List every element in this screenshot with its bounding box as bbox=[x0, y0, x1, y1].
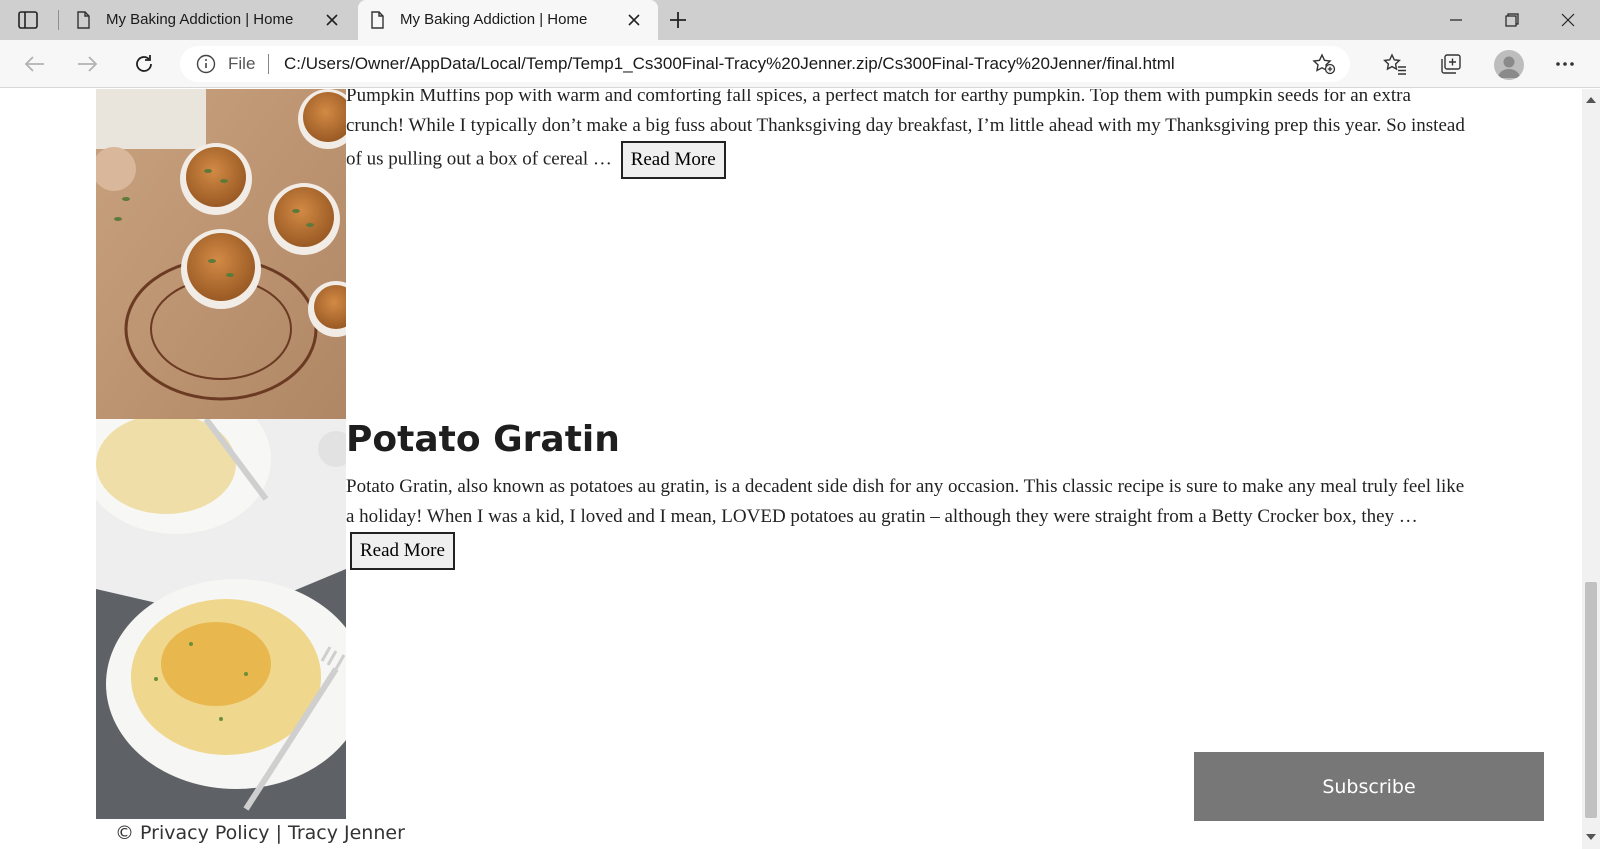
more-icon[interactable] bbox=[1552, 52, 1578, 76]
read-more-button[interactable]: Read More bbox=[350, 532, 455, 570]
scheme-label: File bbox=[228, 54, 256, 73]
close-window-icon[interactable] bbox=[1540, 0, 1596, 40]
back-arrow-icon[interactable] bbox=[18, 50, 50, 78]
restore-icon[interactable] bbox=[1484, 0, 1540, 40]
potato-gratin-image bbox=[81, 384, 366, 819]
divider bbox=[268, 54, 269, 74]
tab-actions-icon[interactable] bbox=[14, 8, 42, 32]
refresh-icon[interactable] bbox=[128, 50, 160, 78]
tab-title: My Baking Addiction | Home bbox=[106, 11, 294, 28]
add-favorite-icon[interactable] bbox=[1312, 53, 1336, 75]
tab-title: My Baking Addiction | Home bbox=[400, 11, 588, 28]
subscribe-button[interactable]: Subscribe bbox=[1194, 752, 1544, 821]
tab-separator bbox=[58, 10, 59, 30]
pumpkin-muffins-image bbox=[92, 89, 364, 419]
page-icon bbox=[74, 11, 92, 29]
url-text[interactable]: C:/Users/Owner/AppData/Local/Temp/Temp1_… bbox=[284, 54, 1175, 74]
scrollbar-thumb[interactable] bbox=[1585, 582, 1597, 818]
favorites-icon[interactable] bbox=[1382, 52, 1408, 76]
profile-avatar-icon[interactable] bbox=[1494, 50, 1524, 80]
minimize-icon[interactable] bbox=[1428, 0, 1484, 40]
info-icon[interactable] bbox=[196, 54, 216, 74]
address-bar[interactable]: File C:/Users/Owner/AppData/Local/Temp/T… bbox=[180, 46, 1350, 82]
collections-icon[interactable] bbox=[1438, 52, 1464, 76]
tab-1[interactable]: My Baking Addiction | Home bbox=[64, 0, 356, 40]
post-excerpt: Potato Gratin, also known as potatoes au… bbox=[346, 472, 1466, 570]
forward-arrow-icon[interactable] bbox=[72, 50, 104, 78]
post-excerpt: Pumpkin Muffins pop with warm and comfor… bbox=[346, 89, 1466, 179]
plus-icon[interactable] bbox=[666, 8, 690, 32]
page-viewport: Pumpkin Muffins pop with warm and comfor… bbox=[0, 89, 1582, 849]
tab-2-active[interactable]: My Baking Addiction | Home bbox=[358, 0, 658, 40]
post-excerpt-text: Potato Gratin, also known as potatoes au… bbox=[346, 476, 1465, 527]
post-title[interactable]: Potato Gratin bbox=[346, 419, 620, 460]
tab-strip: My Baking Addiction | Home My Baking Add… bbox=[0, 0, 1600, 40]
scroll-up-arrow-icon[interactable] bbox=[1582, 92, 1600, 108]
close-icon[interactable] bbox=[624, 10, 644, 30]
read-more-button[interactable]: Read More bbox=[620, 141, 726, 179]
footer-text: © Privacy Policy | Tracy Jenner bbox=[115, 822, 405, 844]
address-toolbar: File C:/Users/Owner/AppData/Local/Temp/T… bbox=[0, 40, 1600, 88]
page-icon bbox=[368, 11, 386, 29]
post-excerpt-text: Pumpkin Muffins pop with warm and comfor… bbox=[346, 89, 1465, 170]
close-icon[interactable] bbox=[322, 10, 342, 30]
scroll-down-arrow-icon[interactable] bbox=[1582, 829, 1600, 845]
